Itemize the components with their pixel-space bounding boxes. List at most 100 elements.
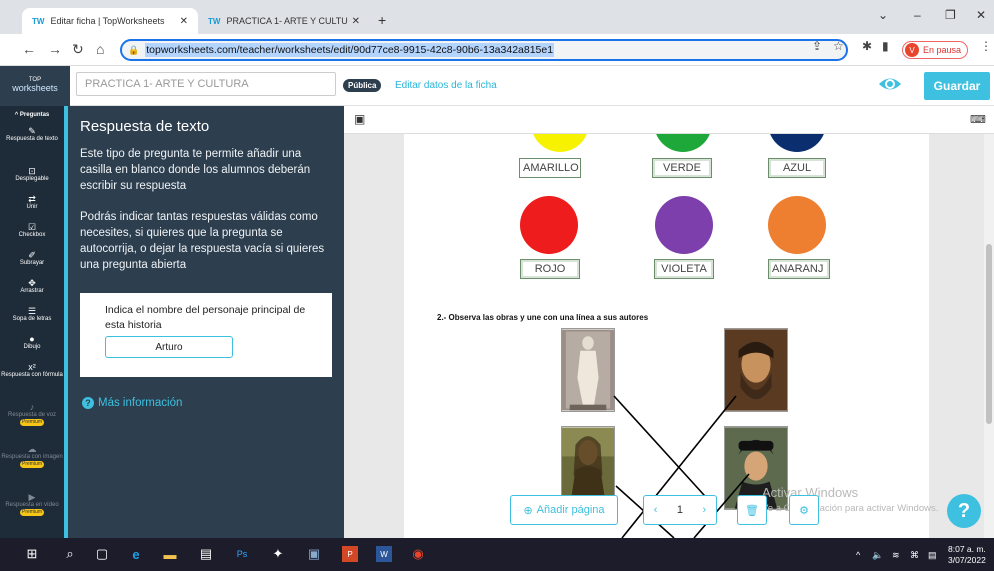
chrome-icon[interactable]: ◉ — [410, 546, 426, 562]
windows-start-icon[interactable]: ⊞ — [24, 546, 40, 562]
worksheet-scrollbar[interactable] — [984, 134, 994, 538]
image-icon[interactable]: ▣ — [354, 112, 365, 126]
forward-arrow-icon[interactable]: → — [48, 41, 62, 57]
sidebar-item-drawing[interactable]: ● Dibujo — [0, 334, 64, 351]
eye-preview-icon[interactable] — [878, 74, 902, 94]
sidebar-item-image[interactable]: ☁ Respuesta con imagen Premium — [0, 444, 64, 468]
sidebar-item-drag[interactable]: ✥ Arrastrar — [0, 278, 64, 295]
share-icon[interactable]: ⇪ — [812, 39, 822, 53]
tab-practica[interactable]: TW PRACTICA 1- ARTE Y CULTURA. F ✕ — [198, 8, 370, 34]
minimize-icon[interactable]: – — [914, 8, 921, 22]
topworksheets-logo[interactable]: TOP worksheets — [0, 66, 70, 106]
premium-badge: Premium — [19, 419, 44, 426]
drag-icon: ✥ — [28, 278, 36, 288]
back-arrow-icon[interactable]: ← — [22, 41, 36, 57]
app-header: TOP worksheets PRACTICA 1- ARTE Y CULTUR… — [0, 66, 994, 106]
word-icon[interactable]: W — [376, 546, 392, 562]
sidebar-item-underline[interactable]: ✐ Subrayar — [0, 251, 64, 267]
scrollbar-thumb[interactable] — [986, 244, 992, 424]
bookmark-star-icon[interactable]: ☆ — [833, 39, 844, 53]
sidebar-item-text-answer[interactable]: ✎ Respuesta de texto — [0, 126, 64, 143]
premium-badge: Premium — [19, 509, 44, 516]
sidebar-item-join[interactable]: ⇄ Unir — [0, 194, 64, 211]
topworksheets-favicon-icon: TW — [208, 16, 221, 26]
tab-title: PRACTICA 1- ARTE Y CULTURA. F — [226, 16, 348, 26]
network-icon[interactable]: ≋ — [892, 550, 900, 561]
help-floating-button[interactable]: ? — [947, 494, 981, 528]
visibility-badge[interactable]: Pública — [343, 79, 382, 92]
connection-lines — [613, 395, 750, 538]
plus-circle-icon: ⊕ — [523, 504, 533, 517]
notification-icon[interactable]: ▤ — [928, 550, 937, 561]
sidebar-item-formula[interactable]: x² Respuesta con fórmula — [0, 362, 64, 379]
more-info-link[interactable]: ? Más información — [82, 397, 182, 409]
profile-button[interactable]: V En pausa — [902, 41, 969, 59]
system-clock[interactable]: 8:07 a. m. 3/07/2022 — [948, 544, 986, 566]
example-preview-card: Indica el nombre del personaje principal… — [80, 293, 332, 377]
chevron-right-icon[interactable]: › — [703, 504, 707, 516]
extensions-puzzle-icon[interactable]: ✱ — [862, 39, 872, 53]
page-settings-button[interactable]: ⚙ — [789, 495, 819, 525]
chevron-left-icon[interactable]: ‹ — [654, 504, 658, 516]
worksheet-title-input[interactable]: PRACTICA 1- ARTE Y CULTURA — [76, 72, 336, 96]
cloud-upload-icon: ☁ — [27, 444, 37, 454]
help-title: Respuesta de texto — [80, 118, 210, 135]
close-icon[interactable]: ✕ — [180, 16, 188, 27]
window-close-icon[interactable]: ✕ — [976, 8, 986, 22]
sidebar-item-word-search[interactable]: ☰ Sopa de letras — [0, 307, 64, 323]
edit-icon: ✎ — [28, 126, 36, 136]
sidebar-header-preguntas[interactable]: ^ Preguntas — [0, 112, 64, 119]
side-panel-icon[interactable]: ▮ — [882, 39, 889, 53]
example-answer-field: Arturo — [105, 336, 233, 358]
kebab-menu-icon[interactable]: ⋮ — [980, 39, 992, 53]
add-page-button[interactable]: ⊕ Añadir página — [510, 495, 618, 525]
address-bar[interactable]: 🔒 topworksheets.com/teacher/worksheets/e… — [120, 39, 848, 61]
powerpoint-icon[interactable]: P — [342, 546, 358, 562]
formula-icon: x² — [28, 362, 36, 372]
help-paragraph-2: Podrás indicar tantas respuestas válidas… — [80, 211, 325, 271]
edge-browser-icon[interactable]: e — [128, 546, 144, 562]
paint-icon: ● — [29, 334, 35, 344]
trash-icon: 🗑 — [745, 504, 759, 517]
sidebar-item-video[interactable]: ▶ Respuesta en vídeo Premium — [0, 492, 64, 516]
lock-icon: 🔒 — [128, 44, 140, 55]
volume-icon[interactable]: 🔈 — [872, 550, 883, 561]
question-type-sidebar: ^ Preguntas ✎ Respuesta de texto ⊡ Despleg… — [0, 106, 68, 538]
save-button[interactable]: Guardar — [924, 72, 990, 100]
gear-icon: ⚙ — [799, 504, 809, 517]
keyboard-icon[interactable]: ⌨ — [970, 113, 986, 126]
url-text: topworksheets.com/teacher/worksheets/edi… — [145, 43, 555, 57]
search-icon[interactable]: ⌕ — [62, 546, 78, 562]
monitor-icon[interactable]: ▣ — [306, 546, 322, 562]
store-icon[interactable]: ▤ — [198, 546, 214, 562]
sidebar-item-checkbox[interactable]: ☑ Checkbox — [0, 222, 64, 239]
photoshop-icon[interactable]: Ps — [234, 546, 250, 562]
reload-icon[interactable]: ↻ — [72, 41, 84, 58]
chevron-up-icon: ^ — [14, 112, 19, 118]
close-icon[interactable]: ✕ — [352, 16, 360, 27]
app-icon[interactable]: ✦ — [270, 546, 286, 562]
new-tab-plus-icon[interactable]: + — [378, 12, 386, 28]
sidebar-item-dropdown[interactable]: ⊡ Desplegable — [0, 167, 64, 183]
checkbox-icon: ☑ — [27, 222, 37, 232]
sidebar-item-voice[interactable]: ♪ Respuesta de voz Premium — [0, 402, 64, 426]
help-paragraph-1: Este tipo de pregunta te permite añadir … — [80, 148, 311, 192]
link-arrows-icon: ⇄ — [28, 194, 36, 204]
language-icon[interactable]: ⌘ — [910, 550, 919, 561]
edit-worksheet-data-link[interactable]: Editar datos de la ficha — [395, 80, 497, 91]
tray-chevron-up-icon[interactable]: ^ — [856, 550, 860, 560]
page-number: 1 — [676, 504, 684, 516]
worksheet-canvas: ▣ ⌨ AMARILLO VERDE AZUL ROJO VIOLETA ANA… — [344, 106, 994, 538]
chevron-down-icon[interactable]: ⌄ — [878, 8, 888, 22]
mic-icon: ♪ — [29, 402, 35, 412]
topworksheets-favicon-icon: TW — [32, 16, 45, 26]
delete-page-button[interactable]: 🗑 — [737, 495, 767, 525]
windows-taskbar: ⊞ ⌕ ▢ e ▬ ▤ Ps ✦ ▣ P W ◉ ^ 🔈 ≋ ⌘ ▤ 8:07 … — [0, 538, 994, 571]
worksheet-page: AMARILLO VERDE AZUL ROJO VIOLETA ANARANJ… — [404, 134, 929, 538]
file-explorer-icon[interactable]: ▬ — [162, 546, 178, 562]
video-icon: ▶ — [28, 492, 36, 502]
home-icon[interactable]: ⌂ — [96, 41, 104, 57]
restore-icon[interactable]: ❐ — [945, 8, 956, 22]
task-view-icon[interactable]: ▢ — [94, 546, 110, 562]
tab-editar-ficha[interactable]: TW Editar ficha | TopWorksheets ✕ — [22, 8, 198, 34]
